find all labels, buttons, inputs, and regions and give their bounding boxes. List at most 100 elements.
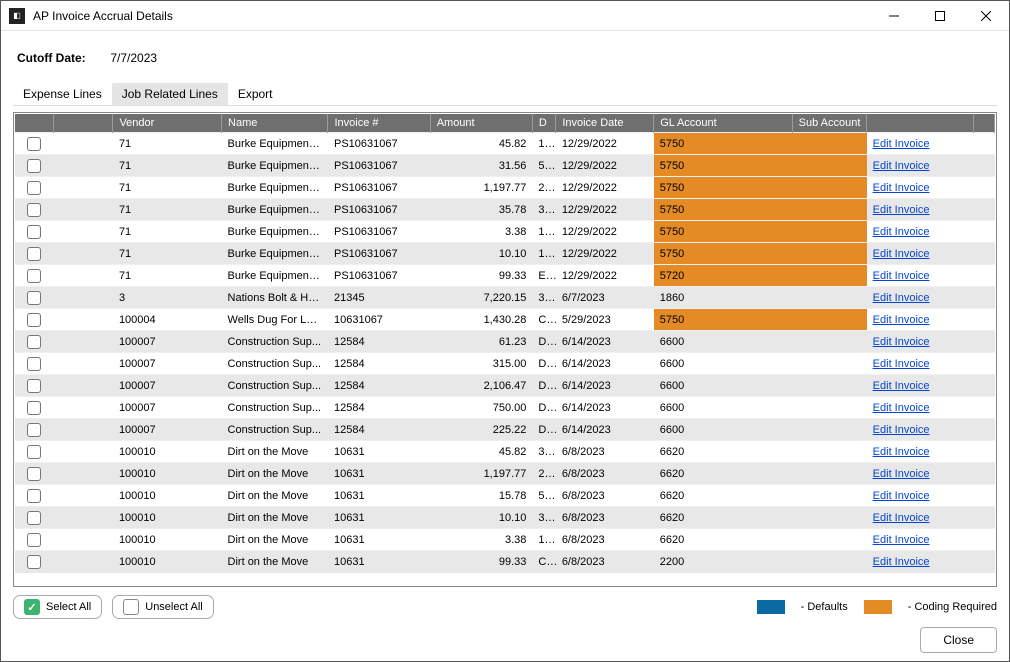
close-button[interactable]: Close [920, 627, 997, 653]
cell-gl-account[interactable]: 6600 [654, 419, 792, 441]
edit-invoice-link[interactable]: Edit Invoice [873, 160, 930, 172]
cell-sub-account[interactable] [792, 485, 867, 507]
edit-invoice-link[interactable]: Edit Invoice [873, 402, 930, 414]
cell-d[interactable]: D.. [532, 375, 555, 397]
cell-invoice-no[interactable]: 10631 [328, 441, 430, 463]
cell-gl-account[interactable]: 6620 [654, 485, 792, 507]
cell-sub-account[interactable] [792, 265, 867, 287]
edit-invoice-link[interactable]: Edit Invoice [873, 226, 930, 238]
row-handle[interactable] [53, 309, 113, 331]
edit-invoice-link[interactable]: Edit Invoice [873, 424, 930, 436]
cell-amount[interactable]: 750.00 [430, 397, 532, 419]
table-row[interactable]: 71Burke Equipment ...PS106310673.381...1… [15, 221, 995, 243]
cell-d[interactable]: D.. [532, 353, 555, 375]
checkbox-icon[interactable] [27, 159, 41, 173]
row-checkbox-cell[interactable] [15, 133, 53, 155]
cell-invoice-no[interactable]: PS10631067 [328, 265, 430, 287]
checkbox-icon[interactable] [27, 533, 41, 547]
cell-d[interactable]: D.. [532, 331, 555, 353]
cell-sub-account[interactable] [792, 133, 867, 155]
edit-invoice-link[interactable]: Edit Invoice [873, 314, 930, 326]
cell-vendor[interactable]: 71 [113, 199, 222, 221]
col-amount[interactable]: Amount [430, 114, 532, 133]
edit-invoice-link[interactable]: Edit Invoice [873, 292, 930, 304]
unselect-all-button[interactable]: Unselect All [112, 595, 213, 619]
row-handle[interactable] [53, 287, 113, 309]
cell-gl-account[interactable]: 5750 [654, 177, 792, 199]
cell-invoice-no[interactable]: 12584 [328, 419, 430, 441]
select-all-button[interactable]: ✓ Select All [13, 595, 102, 619]
edit-invoice-link[interactable]: Edit Invoice [873, 358, 930, 370]
edit-invoice-link[interactable]: Edit Invoice [873, 248, 930, 260]
table-row[interactable]: 100010Dirt on the Move106311,197.772...6… [15, 463, 995, 485]
row-checkbox-cell[interactable] [15, 397, 53, 419]
cell-gl-account[interactable]: 5750 [654, 133, 792, 155]
cell-invoice-date[interactable]: 6/14/2023 [556, 397, 654, 419]
cell-gl-account[interactable]: 6620 [654, 529, 792, 551]
edit-invoice-link[interactable]: Edit Invoice [873, 534, 930, 546]
table-row[interactable]: 100007Construction Sup...12584225.22D..6… [15, 419, 995, 441]
cell-name[interactable]: Burke Equipment ... [222, 133, 328, 155]
cell-vendor[interactable]: 71 [113, 265, 222, 287]
cell-amount[interactable]: 315.00 [430, 353, 532, 375]
cell-gl-account[interactable]: 5720 [654, 265, 792, 287]
cell-invoice-no[interactable]: 10631067 [328, 309, 430, 331]
cell-gl-account[interactable]: 6600 [654, 331, 792, 353]
cell-vendor[interactable]: 100010 [113, 485, 222, 507]
row-checkbox-cell[interactable] [15, 287, 53, 309]
cell-gl-account[interactable]: 2200 [654, 551, 792, 573]
cell-amount[interactable]: 3.38 [430, 221, 532, 243]
cell-amount[interactable]: 31.56 [430, 155, 532, 177]
cell-name[interactable]: Burke Equipment ... [222, 199, 328, 221]
table-row[interactable]: 71Burke Equipment ...PS1063106745.821...… [15, 133, 995, 155]
cell-name[interactable]: Burke Equipment ... [222, 221, 328, 243]
tab-export[interactable]: Export [228, 83, 283, 105]
cell-d[interactable]: D.. [532, 397, 555, 419]
cell-vendor[interactable]: 100007 [113, 397, 222, 419]
row-checkbox-cell[interactable] [15, 243, 53, 265]
col-name[interactable]: Name [222, 114, 328, 133]
cell-name[interactable]: Dirt on the Move [222, 507, 328, 529]
edit-invoice-link[interactable]: Edit Invoice [873, 468, 930, 480]
row-handle[interactable] [53, 551, 113, 573]
cell-amount[interactable]: 7,220.15 [430, 287, 532, 309]
cell-sub-account[interactable] [792, 529, 867, 551]
col-row-handle[interactable] [53, 114, 113, 133]
cell-d[interactable]: 1... [532, 529, 555, 551]
cell-name[interactable]: Dirt on the Move [222, 551, 328, 573]
cell-gl-account[interactable]: 6620 [654, 507, 792, 529]
table-row[interactable]: 3Nations Bolt & Ha...213457,220.153...6/… [15, 287, 995, 309]
row-handle[interactable] [53, 265, 113, 287]
row-handle[interactable] [53, 331, 113, 353]
cell-gl-account[interactable]: 6600 [654, 375, 792, 397]
cell-vendor[interactable]: 100010 [113, 529, 222, 551]
col-vendor[interactable]: Vendor [113, 114, 222, 133]
cell-invoice-date[interactable]: 12/29/2022 [556, 199, 654, 221]
table-row[interactable]: 100010Dirt on the Move1063110.103...6/8/… [15, 507, 995, 529]
table-row[interactable]: 100010Dirt on the Move1063115.785...6/8/… [15, 485, 995, 507]
cell-amount[interactable]: 1,197.77 [430, 463, 532, 485]
cell-name[interactable]: Construction Sup... [222, 331, 328, 353]
row-handle[interactable] [53, 507, 113, 529]
cell-sub-account[interactable] [792, 463, 867, 485]
cell-name[interactable]: Construction Sup... [222, 375, 328, 397]
edit-invoice-link[interactable]: Edit Invoice [873, 512, 930, 524]
cell-name[interactable]: Construction Sup... [222, 419, 328, 441]
row-checkbox-cell[interactable] [15, 463, 53, 485]
checkbox-icon[interactable] [27, 137, 41, 151]
row-checkbox-cell[interactable] [15, 309, 53, 331]
cell-invoice-date[interactable]: 6/7/2023 [556, 287, 654, 309]
table-row[interactable]: 100007Construction Sup...12584315.00D..6… [15, 353, 995, 375]
cell-sub-account[interactable] [792, 551, 867, 573]
cell-sub-account[interactable] [792, 199, 867, 221]
col-gl-account[interactable]: GL Account [654, 114, 792, 133]
cell-invoice-no[interactable]: 12584 [328, 353, 430, 375]
cell-gl-account[interactable]: 5750 [654, 243, 792, 265]
row-checkbox-cell[interactable] [15, 199, 53, 221]
row-checkbox-cell[interactable] [15, 265, 53, 287]
cell-invoice-date[interactable]: 12/29/2022 [556, 265, 654, 287]
checkbox-icon[interactable] [27, 181, 41, 195]
cell-invoice-no[interactable]: 21345 [328, 287, 430, 309]
cell-d[interactable]: 1... [532, 221, 555, 243]
cell-sub-account[interactable] [792, 287, 867, 309]
